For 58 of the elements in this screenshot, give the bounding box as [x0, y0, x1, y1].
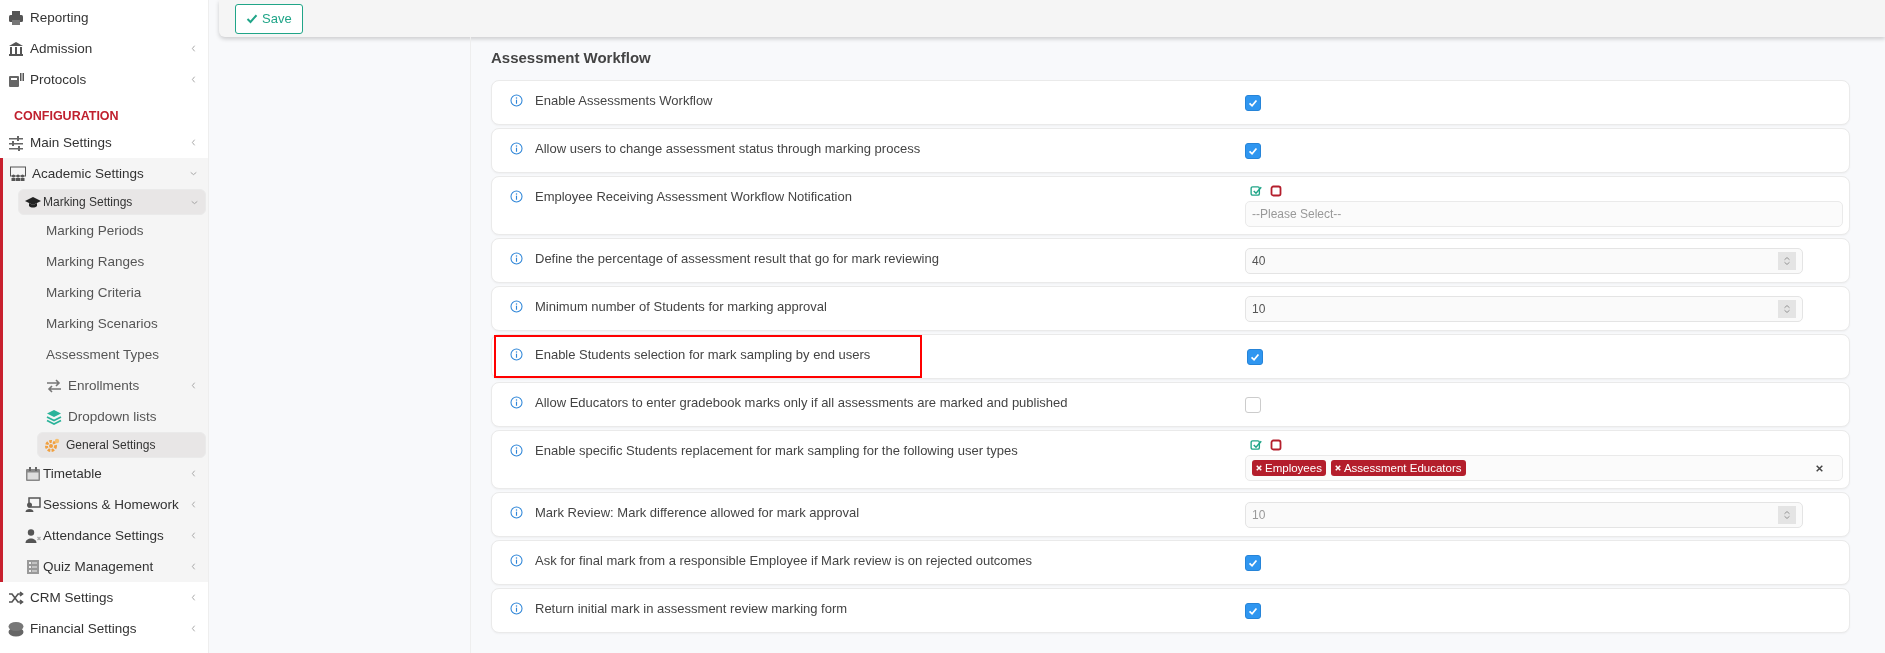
sidebar-item[interactable]: Quiz Management: [3, 551, 208, 582]
number-field[interactable]: 40: [1245, 247, 1803, 274]
sidebar-item-label: Marking Ranges: [46, 254, 146, 269]
sidebar-item[interactable]: CRM Settings: [0, 582, 208, 613]
section-heading: CONFIGURATION: [13, 108, 120, 125]
setting-label: Define the percentage of assessment result that go for mark reviewing: [535, 251, 939, 266]
sidebar-item-label: Main Settings: [30, 135, 113, 150]
sidebar-item-label: Financial Settings: [30, 621, 138, 636]
sidebar-item-label: Assessment Types: [46, 347, 161, 362]
sidebar-item-label: Academic Settings: [32, 166, 145, 181]
sidebar-item-label: Enrollments: [68, 378, 141, 393]
multi-select-field[interactable]: Employees Assessment Educators: [1245, 455, 1843, 481]
setting-label: Enable specific Students replacement for mark sampling for the following user types: [535, 443, 1018, 458]
sidebar-item-label: Marking Criteria: [46, 285, 143, 300]
sidebar-item[interactable]: Marking Ranges: [3, 246, 208, 277]
sidebar-item[interactable]: Timetable: [3, 458, 208, 489]
setting-label: Minimum number of Students for marking approval: [535, 299, 827, 314]
sidebar-item[interactable]: Enrollments: [3, 370, 208, 401]
sidebar-item[interactable]: Attendance Settings: [3, 520, 208, 551]
sidebar-item-label: Sessions & Homework: [43, 497, 180, 512]
sidebar-item[interactable]: General Settings: [37, 432, 206, 458]
sidebar-item[interactable]: Marking Settings: [18, 189, 206, 215]
sidebar-item[interactable]: Assessment Types: [3, 339, 208, 370]
setting-label: Return initial mark in assessment review marking form: [535, 601, 848, 616]
sidebar-item-label: Marking Settings: [43, 195, 134, 209]
sidebar-item-label: Dropdown lists: [68, 409, 158, 424]
sidebar-item-label: CRM Settings: [30, 590, 115, 605]
sidebar-item[interactable]: Protocols: [0, 64, 208, 95]
sidebar-item[interactable]: Marking Periods: [3, 215, 208, 246]
sidebar-item[interactable]: Main Settings: [0, 127, 208, 158]
sidebar-item-label: Marking Periods: [46, 223, 145, 238]
sidebar-item[interactable]: Financial Settings: [0, 613, 208, 644]
sidebar-item[interactable]: Academic Settings: [3, 158, 208, 189]
setting-label: Enable Students selection for mark sampling by end users: [535, 347, 871, 362]
setting-label: Allow users to change assessment status through marking process: [535, 141, 921, 156]
sidebar-item-label: Attendance Settings: [43, 528, 165, 543]
sidebar-item-label: Reporting: [30, 10, 90, 25]
section-title: Assessment Workflow: [491, 49, 652, 66]
sidebar-item[interactable]: Admission: [0, 33, 208, 64]
tag-chip[interactable]: Employees: [1252, 460, 1326, 476]
number-field[interactable]: 10: [1245, 295, 1803, 322]
sidebar-item[interactable]: Marking Scenarios: [3, 308, 208, 339]
setting-label: Employee Receiving Assessment Workflow Notification: [535, 189, 852, 204]
sidebar-item-label: Timetable: [43, 466, 103, 481]
sidebar-item[interactable]: Marking Criteria: [3, 277, 208, 308]
setting-label: Allow Educators to enter gradebook marks only if all assessments are marked and published: [535, 395, 1068, 410]
sidebar-item[interactable]: Reporting: [0, 2, 208, 33]
tag-chip[interactable]: Assessment Educators: [1330, 460, 1466, 476]
sidebar-item-label: General Settings: [66, 438, 157, 452]
sidebar-item[interactable]: Sessions & Homework: [3, 489, 208, 520]
sidebar-item-label: Marking Scenarios: [46, 316, 159, 331]
sidebar-item-label: Protocols: [30, 72, 88, 87]
sidebar-item[interactable]: Dropdown lists: [3, 401, 208, 432]
sidebar-item-label: Admission: [30, 41, 94, 56]
sidebar-item-label: Quiz Management: [43, 559, 155, 574]
setting-label: Enable Assessments Workflow: [535, 93, 713, 108]
setting-label: Mark Review: Mark difference allowed for mark approval: [535, 505, 860, 520]
setting-label: Ask for final mark from a responsible Employee if Mark review is on rejected outcomes: [535, 553, 1033, 568]
